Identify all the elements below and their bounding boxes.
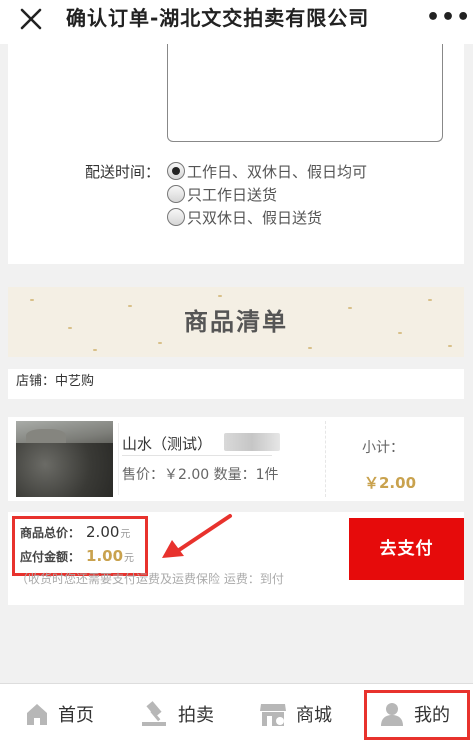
bottom-nav: 首页 拍卖 商城 我的 xyxy=(0,683,473,742)
product-list-heading: 商品清单 xyxy=(184,308,288,336)
subtotal-box: 小计： ￥2.00 xyxy=(325,421,464,497)
delivery-option-weekdays[interactable]: 只工作日送货 xyxy=(167,183,277,205)
gavel-icon xyxy=(142,700,166,726)
delivery-time-label: 配送时间： xyxy=(85,163,161,181)
product-row[interactable]: 山水（测试） 售价：￥2.00 数量：1件 小计： ￥2.00 xyxy=(8,417,464,501)
total-price-label: 商品总价： xyxy=(20,526,81,540)
nav-home[interactable]: 首页 xyxy=(24,684,94,742)
radio-unchecked-icon[interactable] xyxy=(167,208,185,226)
nav-store[interactable]: 商城 xyxy=(258,684,332,742)
amount-due-row: 应付金额： 1.00元 xyxy=(20,546,134,566)
product-price-quantity: 售价：￥2.00 数量：1件 xyxy=(122,467,279,483)
nav-auction[interactable]: 拍卖 xyxy=(140,684,214,742)
subtotal-value: ￥2.00 xyxy=(364,474,417,492)
amount-due-label: 应付金额： xyxy=(20,550,81,564)
radio-unchecked-icon[interactable] xyxy=(167,185,185,203)
product-list-header: 商品清单 xyxy=(8,287,464,357)
remarks-textarea[interactable] xyxy=(167,44,443,142)
delivery-card: 配送时间： 工作日、双休日、假日均可 只工作日送货 只双休日、假日送货 xyxy=(8,44,464,264)
amount-due-unit: 元 xyxy=(124,553,135,564)
more-menu-icon[interactable]: ••• xyxy=(426,7,470,29)
pay-button[interactable]: 去支付 xyxy=(349,518,464,580)
store-name[interactable]: 店铺：中艺购 xyxy=(8,369,464,399)
blurred-label xyxy=(224,433,280,451)
delivery-option-weekends[interactable]: 只双休日、假日送货 xyxy=(167,206,322,228)
close-icon[interactable] xyxy=(16,4,46,34)
store-icon xyxy=(260,703,286,726)
delivery-option-any[interactable]: 工作日、双休日、假日均可 xyxy=(167,160,367,182)
home-icon xyxy=(27,703,47,725)
shipping-note: （收货时您还需要支付运费及运费保险 运费：到付 xyxy=(16,572,284,586)
nav-mine[interactable]: 我的 xyxy=(378,684,450,742)
subtotal-label: 小计： xyxy=(362,440,404,456)
user-icon xyxy=(381,702,403,726)
nav-mine-label: 我的 xyxy=(414,704,450,726)
annotation-arrow-icon xyxy=(162,514,232,558)
page-title: 确认订单-湖北文交拍卖有限公司 xyxy=(66,6,370,30)
delivery-option-label: 工作日、双休日、假日均可 xyxy=(187,162,368,181)
nav-auction-label: 拍卖 xyxy=(178,704,214,726)
delivery-option-label: 只双休日、假日送货 xyxy=(187,208,323,227)
amount-due-value: 1.00 xyxy=(86,547,124,565)
total-price-unit: 元 xyxy=(120,529,131,540)
total-price-row: 商品总价： 2.00元 xyxy=(20,522,130,542)
radio-checked-icon[interactable] xyxy=(167,162,185,180)
nav-home-label: 首页 xyxy=(58,704,94,726)
title-bar: 确认订单-湖北文交拍卖有限公司 ••• xyxy=(0,0,473,44)
delivery-option-label: 只工作日送货 xyxy=(187,185,278,204)
nav-store-label: 商城 xyxy=(296,704,332,726)
product-name[interactable]: 山水（测试） xyxy=(122,433,212,454)
total-price-value: 2.00 xyxy=(86,523,120,541)
product-thumbnail[interactable] xyxy=(16,421,113,497)
